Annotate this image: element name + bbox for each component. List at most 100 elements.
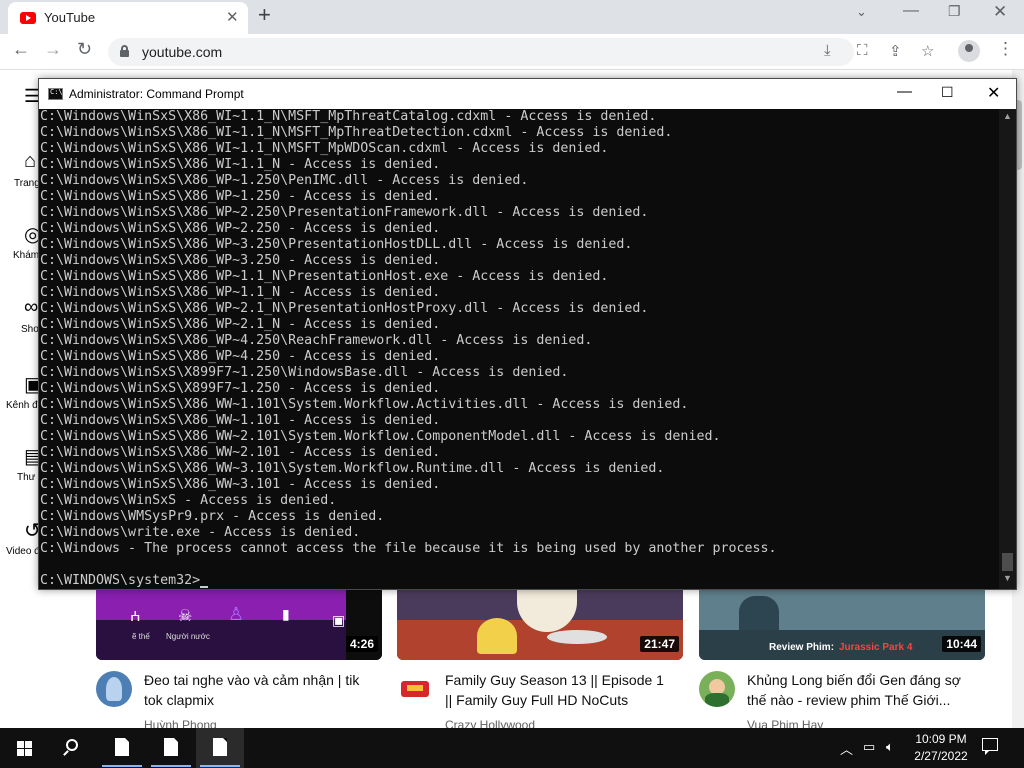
console-line: C:\Windows\WinSxS\X86_WP~3.250 - Access … — [40, 253, 441, 268]
new-tab-plus-icon[interactable]: + — [258, 2, 271, 28]
document-icon — [213, 738, 227, 756]
address-bar[interactable]: youtube.com — [108, 38, 854, 66]
restore-icon[interactable]: ❐ — [948, 3, 961, 20]
lock-icon[interactable] — [120, 45, 129, 57]
console-line: C:\Windows\WinSxS\X86_WP~2.250 - Access … — [40, 221, 441, 236]
channel-avatar[interactable] — [397, 671, 433, 707]
thumb-caption: Review Phim: — [769, 642, 835, 653]
console-line: C:\Windows\WinSxS\X899F7~1.250 - Access … — [40, 381, 441, 396]
console-line: C:\Windows\WinSxS\X86_WW~3.101 - Access … — [40, 477, 441, 492]
cmd-titlebar[interactable]: Administrator: Command Prompt — ☐ ✕ — [39, 79, 1016, 109]
command-prompt-window[interactable]: Administrator: Command Prompt — ☐ ✕ C:\W… — [38, 78, 1017, 590]
console-line: C:\Windows\write.exe - Access is denied. — [40, 525, 361, 540]
minimize-icon[interactable]: — — [897, 83, 912, 100]
console-line: C:\Windows\WinSxS\X86_WW~1.101 - Access … — [40, 413, 441, 428]
volume-icon[interactable]: 🔈︎ — [886, 739, 894, 755]
tab-title: YouTube — [44, 10, 96, 25]
console-line: C:\Windows\WinSxS\X86_WP~1.1_N\Presentat… — [40, 269, 609, 284]
video-title[interactable]: Khủng Long biến đổi Gen đáng sợ thế nào … — [747, 670, 977, 710]
close-icon[interactable]: ✕ — [987, 83, 1000, 103]
console-line: C:\Windows\WinSxS\X899F7~1.250\WindowsBa… — [40, 365, 569, 380]
video-duration: 10:44 — [942, 636, 981, 652]
windows-logo-icon — [17, 741, 24, 748]
notification-icon[interactable] — [982, 738, 998, 755]
chevron-up-icon[interactable]: ︿ — [840, 739, 853, 758]
console-output[interactable]: C:\Windows\WinSxS\X86_WI~1.1_N\MSFT_MpTh… — [39, 109, 999, 589]
profile-avatar-icon[interactable] — [958, 40, 980, 62]
taskbar-app-document[interactable] — [147, 728, 195, 768]
browser-tabstrip: YouTube ✕ + ⌄ — ❐ ✕ — [0, 0, 1024, 34]
sidebar-item-label: Khám — [13, 250, 40, 261]
console-line: C:\Windows\WinSxS\X86_WW~2.101\System.Wo… — [40, 429, 721, 444]
text-cursor — [200, 586, 209, 588]
search-icon — [66, 739, 78, 751]
taskbar-app-document-active[interactable] — [196, 728, 244, 768]
document-icon — [115, 738, 129, 756]
scroll-down-arrow-icon[interactable]: ▼ — [999, 573, 1016, 583]
youtube-favicon-icon — [20, 12, 36, 24]
thumb-caption-highlight: Jurassic Park 4 — [839, 642, 913, 653]
more-menu-icon[interactable]: ⋮ — [997, 39, 1014, 59]
skull-icon: ☠ — [178, 608, 193, 625]
scroll-up-arrow-icon[interactable]: ▲ — [999, 111, 1016, 121]
console-lines: C:\Windows\WinSxS\X86_WI~1.1_N\MSFT_MpTh… — [40, 109, 999, 573]
document-icon — [164, 738, 178, 756]
console-prompt: C:\WINDOWS\system32> — [40, 573, 201, 588]
start-button[interactable] — [0, 728, 48, 768]
video-thumbnail[interactable]: Review Phim: Jurassic Park 4 10:44 — [699, 590, 985, 660]
translate-icon[interactable]: ⛶ — [857, 42, 868, 59]
install-app-icon[interactable]: ⤓ — [824, 42, 831, 59]
scrollbar-thumb[interactable] — [1002, 553, 1013, 571]
window-close-icon[interactable]: ✕ — [993, 2, 1007, 22]
console-line: C:\Windows\WinSxS\X86_WW~1.101\System.Wo… — [40, 397, 689, 412]
console-line: C:\Windows\WinSxS\X86_WP~4.250 - Access … — [40, 349, 441, 364]
pin-icon: ▮ — [282, 606, 290, 622]
console-line: C:\Windows\WinSxS\X86_WP~2.1_N - Access … — [40, 317, 441, 332]
taskbar-app-document[interactable] — [98, 728, 146, 768]
face-icon: ▣ — [332, 612, 346, 628]
console-line: C:\Windows\WinSxS\X86_WI~1.1_N\MSFT_MpTh… — [40, 109, 657, 124]
console-line: C:\Windows\WinSxS - Access is denied. — [40, 493, 337, 508]
cmd-app-icon[interactable] — [48, 88, 63, 100]
video-thumbnail[interactable]: 21:47 — [397, 590, 683, 660]
console-line: C:\Windows\WinSxS\X86_WP~1.250 - Access … — [40, 189, 441, 204]
thumb-caption: ẽ thế — [132, 632, 150, 641]
taskbar-search-button[interactable] — [48, 728, 96, 768]
tab-search-chevron-icon[interactable]: ⌄ — [856, 4, 867, 20]
console-line: C:\Windows\WinSxS\X86_WI~1.1_N - Access … — [40, 157, 441, 172]
video-title[interactable]: Đeo tai nghe vào và cảm nhận | tik tok c… — [144, 670, 374, 710]
browser-toolbar: ← → ↻ youtube.com ⤓ ⛶ ⇪ ☆ ⋮ — [0, 34, 1024, 70]
maximize-icon[interactable]: ☐ — [941, 84, 954, 101]
clock-time[interactable]: 10:09 PM — [914, 732, 968, 746]
clock-date[interactable]: 2/27/2022 — [914, 749, 968, 763]
bookmark-star-icon[interactable]: ☆ — [921, 42, 934, 60]
browser-tab-youtube[interactable]: YouTube ✕ — [8, 2, 248, 34]
cmd-scrollbar[interactable]: ▲ ▼ — [999, 109, 1016, 589]
desktop-screen: YouTube ✕ + ⌄ — ❐ ✕ ← → ↻ youtube.com ⤓ … — [0, 0, 1024, 768]
back-arrow-icon[interactable]: ← — [12, 39, 30, 60]
home-icon: ⌂ — [24, 150, 37, 172]
video-title[interactable]: Family Guy Season 13 || Episode 1 || Fam… — [445, 670, 675, 710]
minimize-icon[interactable]: — — [903, 2, 919, 20]
sidebar-item-label: Trang — [14, 178, 40, 189]
console-prompt-row[interactable]: C:\WINDOWS\system32> — [40, 573, 999, 589]
network-icon[interactable]: ▭ — [863, 739, 875, 755]
character-icon: ♙ — [228, 604, 245, 624]
sidebar-item-label: Thư — [17, 472, 36, 483]
reload-icon[interactable]: ↻ — [77, 39, 92, 60]
channel-avatar[interactable] — [699, 671, 735, 707]
console-line: C:\Windows - The process cannot access t… — [40, 541, 777, 556]
share-icon[interactable]: ⇪ — [889, 42, 902, 60]
console-line: C:\Windows\WinSxS\X86_WP~2.1_N\Presentat… — [40, 301, 649, 316]
console-line: C:\Windows\WinSxS\X86_WP~1.1_N - Access … — [40, 285, 441, 300]
channel-avatar[interactable] — [96, 671, 132, 707]
console-line: C:\Windows\WinSxS\X86_WP~3.250\Presentat… — [40, 237, 633, 252]
windows-taskbar: ︿ ▭ 🔈︎ 10:09 PM 2/27/2022 — [0, 728, 1024, 768]
url-text[interactable]: youtube.com — [142, 44, 222, 60]
video-duration: 21:47 — [640, 636, 679, 652]
forward-arrow-icon[interactable]: → — [44, 39, 62, 60]
sidebar-item-label: Video đ — [6, 546, 40, 557]
video-thumbnail[interactable]: ☠ ♙ ⵄ ▮ Người nước ẽ thế ▣ 4:26 — [96, 590, 382, 660]
close-icon[interactable]: ✕ — [226, 8, 239, 26]
